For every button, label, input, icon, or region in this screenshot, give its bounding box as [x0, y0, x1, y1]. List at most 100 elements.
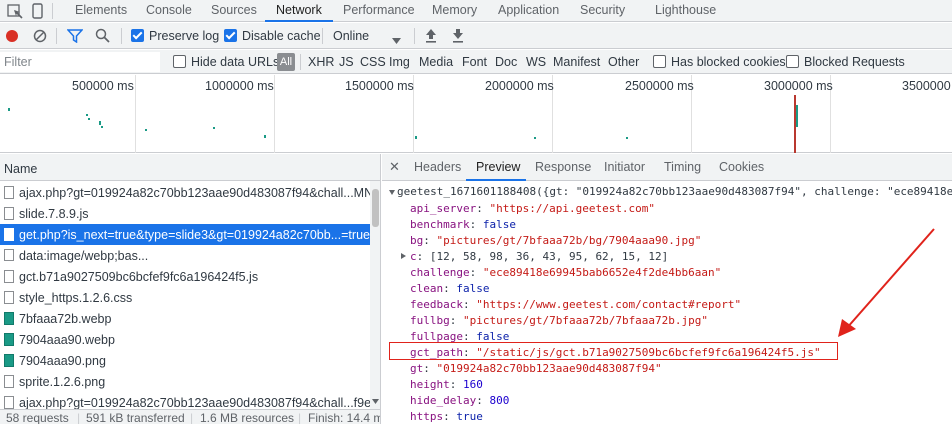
name-column-header[interactable]: Name — [0, 154, 380, 181]
detail-tab-bar: ✕ Headers Preview Response Initiator Tim… — [382, 154, 952, 181]
tab-security[interactable]: Security — [580, 0, 625, 22]
timeline-label: 2500000 ms — [625, 79, 694, 93]
request-name: data:image/webp;bas... — [19, 249, 149, 263]
json-row: gt: "019924a82c70bb123aae90d483087f94" — [410, 362, 662, 375]
has-blocked-cookies-label: Has blocked cookies — [671, 55, 786, 69]
document-icon — [4, 228, 14, 241]
clear-icon[interactable] — [33, 29, 47, 46]
close-icon[interactable]: ✕ — [389, 159, 400, 175]
network-overview-timeline[interactable]: 500000 ms 1000000 ms 1500000 ms 2000000 … — [0, 75, 952, 153]
request-row[interactable]: data:image/webp;bas... — [0, 245, 370, 266]
request-list-scrollbar[interactable] — [370, 181, 380, 409]
device-toolbar-icon[interactable] — [30, 2, 44, 23]
data-url-icon — [4, 249, 14, 261]
filter-type-doc[interactable]: Doc — [495, 55, 517, 69]
disable-cache-checkbox[interactable] — [224, 29, 237, 42]
request-row[interactable]: slide.7.8.9.js — [0, 203, 370, 224]
timeline-marker — [796, 105, 798, 127]
filter-icon[interactable] — [66, 29, 84, 46]
tab-console[interactable]: Console — [146, 0, 192, 22]
filter-type-manifest[interactable]: Manifest — [553, 55, 600, 69]
request-row[interactable]: gct.b71a9027509bc6bcfef9fc6a196424f5.js — [0, 266, 370, 287]
blocked-requests-checkbox[interactable] — [786, 55, 799, 68]
preserve-log-checkbox[interactable] — [131, 29, 144, 42]
request-row[interactable]: style_https.1.2.6.css — [0, 287, 370, 308]
status-bar: 58 requests | 591 kB transferred | 1.6 M… — [0, 409, 380, 424]
collapse-triangle-icon[interactable] — [389, 190, 395, 195]
toolbar-separator — [56, 28, 57, 44]
request-name: style_https.1.2.6.css — [19, 291, 133, 305]
request-row-selected[interactable]: get.php?is_next=true&type=slide3&gt=0199… — [0, 224, 370, 245]
status-divider: | — [298, 411, 302, 424]
timeline-marker — [264, 135, 266, 138]
status-divider: | — [190, 411, 194, 424]
export-har-icon[interactable] — [452, 28, 464, 46]
filter-type-xhr[interactable]: XHR — [308, 55, 334, 69]
filter-all-button[interactable]: All — [277, 53, 295, 71]
json-row: bg: "pictures/gt/7bfaaa72b/bg/7904aaa90.… — [410, 234, 702, 247]
request-row[interactable]: 7904aaa90.png — [0, 350, 370, 371]
hide-data-urls-checkbox[interactable] — [173, 55, 186, 68]
scroll-down-icon[interactable] — [372, 399, 379, 404]
timeline-marker — [99, 121, 101, 125]
request-row[interactable]: 7bfaaa72b.webp — [0, 308, 370, 329]
expand-triangle-icon[interactable] — [401, 253, 406, 259]
image-icon — [4, 312, 14, 325]
annotation-arrow-icon — [838, 228, 935, 337]
request-name: 7904aaa90.webp — [19, 333, 115, 347]
tab-separator — [52, 3, 53, 19]
filter-type-font[interactable]: Font — [462, 55, 487, 69]
tab-timing[interactable]: Timing — [664, 160, 701, 174]
record-icon[interactable] — [5, 29, 19, 46]
filter-type-other[interactable]: Other — [608, 55, 639, 69]
tab-network[interactable]: Network — [265, 0, 333, 22]
filter-type-img[interactable]: Img — [389, 55, 410, 69]
document-icon — [4, 375, 14, 388]
filter-type-js[interactable]: JS — [339, 55, 354, 69]
tab-performance[interactable]: Performance — [343, 0, 415, 22]
chevron-down-icon[interactable] — [392, 33, 401, 47]
tab-cookies[interactable]: Cookies — [719, 160, 764, 174]
search-icon[interactable] — [95, 28, 110, 46]
active-tab-indicator — [466, 179, 526, 181]
jsonp-root[interactable]: geetest_1671601188408({gt: "019924a82c70… — [397, 185, 952, 198]
filter-input[interactable] — [0, 52, 160, 72]
transferred-size: 591 kB transferred — [86, 411, 185, 424]
network-toolbar: Preserve log Disable cache Online — [0, 23, 952, 49]
tab-headers[interactable]: Headers — [414, 160, 461, 174]
tab-initiator[interactable]: Initiator — [604, 160, 645, 174]
tab-lighthouse[interactable]: Lighthouse — [655, 0, 716, 22]
annotation-highlight-box — [389, 342, 838, 360]
document-icon — [4, 207, 14, 220]
json-row-array[interactable]: c: [12, 58, 98, 36, 43, 95, 62, 15, 12] — [410, 250, 668, 263]
devtools-tab-bar: Elements Console Sources Network Perform… — [0, 0, 952, 22]
has-blocked-cookies-checkbox[interactable] — [653, 55, 666, 68]
filter-type-ws[interactable]: WS — [526, 55, 546, 69]
throttling-select[interactable]: Online — [333, 29, 369, 43]
document-icon — [4, 291, 14, 304]
scrollbar-thumb[interactable] — [372, 189, 379, 227]
image-icon — [4, 354, 14, 367]
grid-line — [274, 75, 275, 153]
request-list-pane: Name ajax.php?gt=019924a82c70bb123aae90d… — [0, 154, 381, 424]
tab-memory[interactable]: Memory — [432, 0, 477, 22]
tab-preview[interactable]: Preview — [476, 160, 520, 174]
json-row: feedback: "https://www.geetest.com/conta… — [410, 298, 742, 311]
tab-sources[interactable]: Sources — [211, 0, 257, 22]
request-row[interactable]: 7904aaa90.webp — [0, 329, 370, 350]
timeline-label: 1500000 ms — [345, 79, 414, 93]
filter-type-css[interactable]: CSS — [360, 55, 386, 69]
request-row[interactable]: sprite.1.2.6.png — [0, 371, 370, 392]
timeline-marker — [415, 136, 417, 139]
document-icon — [4, 270, 14, 283]
tab-elements[interactable]: Elements — [75, 0, 127, 22]
request-name: ajax.php?gt=019924a82c70bb123aae90d48308… — [19, 186, 370, 200]
request-row[interactable]: ajax.php?gt=019924a82c70bb123aae90d48308… — [0, 182, 370, 203]
tab-response[interactable]: Response — [535, 160, 591, 174]
filter-type-media[interactable]: Media — [419, 55, 453, 69]
import-har-icon[interactable] — [425, 28, 437, 46]
hide-data-urls-label: Hide data URLs — [191, 55, 280, 69]
tab-application[interactable]: Application — [498, 0, 559, 22]
filter-bar: Hide data URLs All XHR JS CSS Img Media … — [0, 50, 952, 74]
json-row: https: true — [410, 410, 483, 423]
